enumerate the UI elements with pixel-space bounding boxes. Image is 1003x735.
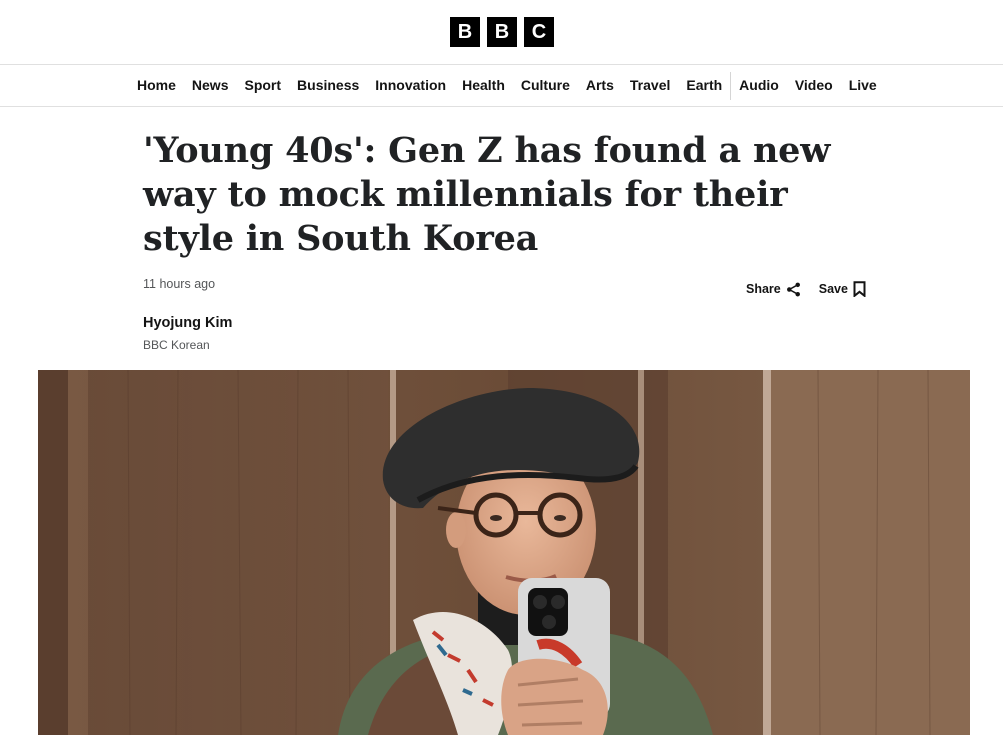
nav-item-arts[interactable]: Arts bbox=[578, 65, 622, 106]
logo-letter-b1: B bbox=[450, 17, 480, 47]
logo-letter-b2: B bbox=[487, 17, 517, 47]
nav-item-home[interactable]: Home bbox=[129, 65, 184, 106]
hero-photo bbox=[38, 370, 970, 735]
save-button[interactable]: Save bbox=[819, 281, 866, 297]
share-label: Share bbox=[746, 282, 781, 296]
nav-item-health[interactable]: Health bbox=[454, 65, 513, 106]
nav-item-business[interactable]: Business bbox=[289, 65, 367, 106]
main-nav: Home News Sport Business Innovation Heal… bbox=[0, 65, 1003, 107]
hero-image bbox=[38, 370, 970, 735]
bbc-logo[interactable]: B B C bbox=[450, 17, 554, 47]
nav-item-live[interactable]: Live bbox=[841, 65, 885, 106]
masthead: B B C bbox=[0, 0, 1003, 65]
article-headline: 'Young 40s': Gen Z has found a new way t… bbox=[143, 130, 831, 259]
save-label: Save bbox=[818, 282, 848, 296]
nav-item-earth[interactable]: Earth bbox=[678, 65, 730, 106]
nav-item-sport[interactable]: Sport bbox=[236, 65, 289, 106]
bookmark-icon bbox=[853, 281, 866, 297]
nav-item-audio[interactable]: Audio bbox=[731, 65, 787, 106]
logo-letter-c: C bbox=[524, 17, 554, 47]
nav-item-video[interactable]: Video bbox=[787, 65, 841, 106]
article-actions: Share Save bbox=[746, 281, 866, 297]
nav-item-innovation[interactable]: Innovation bbox=[367, 65, 454, 106]
share-button[interactable]: Share bbox=[746, 282, 801, 297]
article-timestamp: 11 hours ago bbox=[143, 277, 216, 291]
nav-item-culture[interactable]: Culture bbox=[513, 65, 578, 106]
author-name[interactable]: Hyojung Kim bbox=[143, 315, 232, 331]
nav-item-news[interactable]: News bbox=[184, 65, 237, 106]
nav-item-travel[interactable]: Travel bbox=[622, 65, 678, 106]
author-organisation: BBC Korean bbox=[143, 338, 210, 352]
share-icon bbox=[786, 282, 801, 297]
